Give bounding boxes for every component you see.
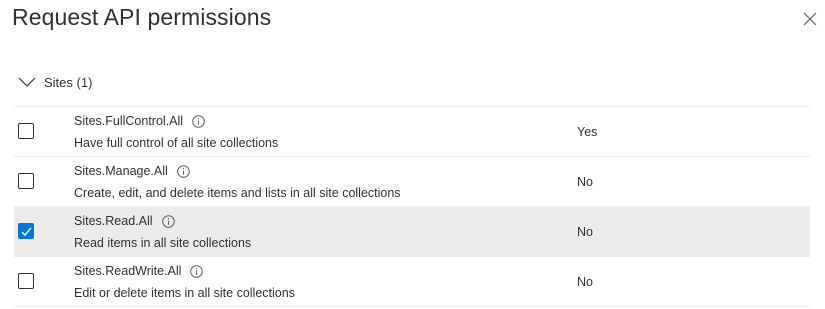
admin-consent-value: Yes	[577, 125, 598, 139]
permission-name: Sites.Manage.All	[74, 164, 168, 178]
request-api-permissions-panel: Request API permissions Sites (1) Sites.…	[0, 0, 825, 309]
permission-row[interactable]: Sites.FullControl.All Have full control …	[14, 106, 810, 156]
permission-name-wrap: Sites.FullControl.All	[74, 114, 205, 128]
group-label: Sites (1)	[44, 74, 93, 90]
close-icon	[803, 12, 817, 26]
permission-name-wrap: Sites.Read.All	[74, 214, 175, 228]
permission-checkbox-checked[interactable]	[18, 223, 34, 239]
permission-description: Edit or delete items in all site collect…	[74, 286, 295, 300]
close-button[interactable]	[801, 10, 819, 28]
admin-consent-value: No	[577, 175, 593, 189]
info-icon[interactable]	[177, 164, 190, 178]
permission-row-selected[interactable]: Sites.Read.All Read items in all site co…	[14, 206, 810, 256]
permission-description: Create, edit, and delete items and lists…	[74, 186, 401, 200]
permission-row[interactable]: Sites.ReadWrite.All Edit or delete items…	[14, 256, 810, 307]
permission-name: Sites.Read.All	[74, 214, 153, 228]
permission-checkbox[interactable]	[18, 123, 34, 139]
permission-checkbox[interactable]	[18, 273, 34, 289]
permissions-list: Sites.FullControl.All Have full control …	[14, 106, 810, 307]
permission-description: Have full control of all site collection…	[74, 136, 279, 150]
permission-description: Read items in all site collections	[74, 236, 252, 250]
permission-checkbox[interactable]	[18, 173, 34, 189]
checkmark-icon	[21, 227, 32, 236]
panel-title: Request API permissions	[12, 4, 272, 30]
group-header-sites[interactable]: Sites (1)	[18, 70, 92, 94]
permission-name: Sites.ReadWrite.All	[74, 264, 182, 278]
info-icon[interactable]	[161, 214, 175, 228]
info-icon[interactable]	[190, 264, 204, 278]
info-icon[interactable]	[192, 114, 205, 128]
admin-consent-value: No	[577, 225, 593, 239]
permission-row[interactable]: Sites.Manage.All Create, edit, and delet…	[14, 156, 810, 206]
chevron-down-icon	[18, 77, 36, 87]
permission-name: Sites.FullControl.All	[74, 114, 184, 128]
admin-consent-value: No	[577, 275, 593, 289]
permission-name-wrap: Sites.Manage.All	[74, 164, 190, 178]
permission-name-wrap: Sites.ReadWrite.All	[74, 264, 204, 278]
